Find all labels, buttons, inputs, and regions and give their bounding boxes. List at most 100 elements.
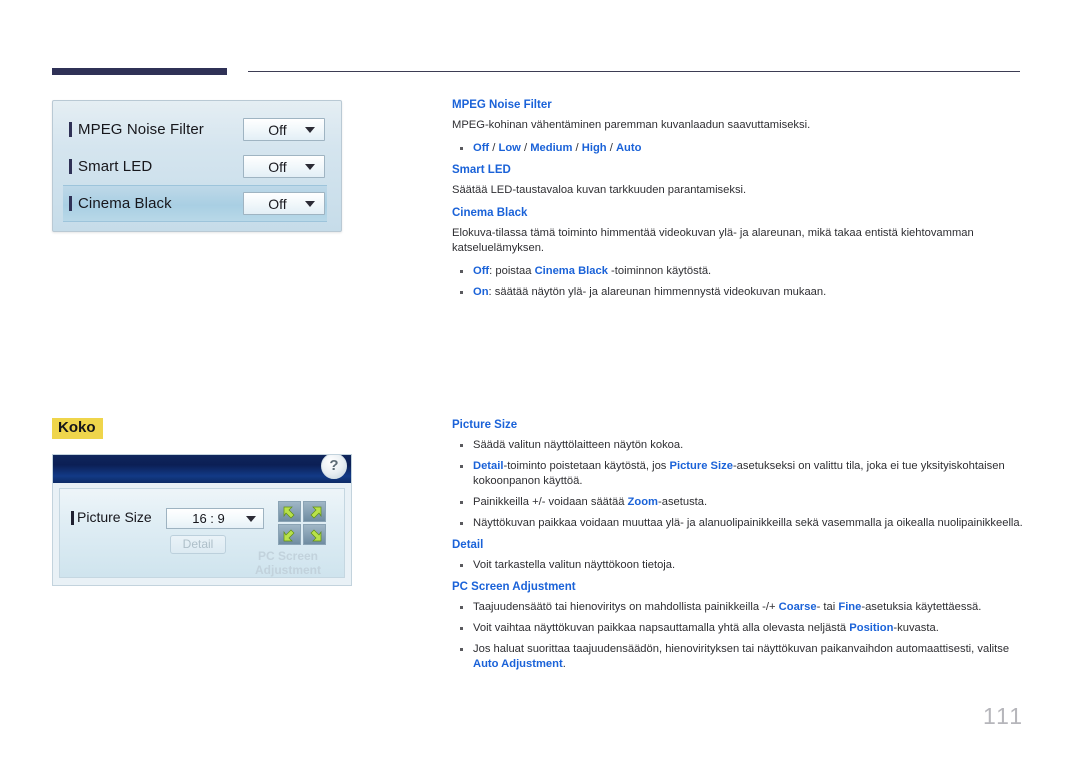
osd-row-label: Smart LED [78,158,153,175]
term-coarse: Coarse [778,601,817,613]
heading-smart-led: Smart LED [452,164,511,176]
list-item: Jos haluat suorittaa taajuudensäädön, hi… [452,642,1027,672]
separator: / [606,142,616,154]
heading-detail: Detail [452,539,484,551]
heading-picture-size: Picture Size [452,419,518,431]
list-item: Detail-toiminto poistetaan käytöstä, jos… [452,459,1027,489]
text: - tai [816,601,839,613]
position-cell-top-right[interactable] [303,501,326,522]
text: . [562,658,566,670]
list-item: Voit tarkastella valitun näyttökoon tiet… [452,558,1027,573]
osd-row-cinema-black[interactable]: Cinema Black Off [63,185,327,222]
option-auto: Auto [615,142,642,154]
list-item: Taajuudensäätö tai hienoviritys on mahdo… [452,600,1027,615]
position-cell-bottom-left[interactable] [278,524,301,545]
term-on: On [473,286,489,298]
header-rule-line [248,71,1020,72]
bullet-marker-icon [69,122,72,137]
chevron-down-icon [305,126,315,133]
option-medium: Medium [530,142,573,154]
chevron-down-icon [305,163,315,170]
term-off: Off [473,265,490,277]
term-detail: Detail [473,460,504,472]
option-low: Low [498,142,521,154]
osd-dropdown-cinema-black[interactable]: Off [243,192,325,215]
help-icon[interactable]: ? [321,455,347,479]
bullet-marker-icon [69,159,72,174]
text: -asetuksia käytettäessä. [861,601,982,613]
list-detail: Voit tarkastella valitun näyttökoon tiet… [452,558,1027,573]
doc-column-top: MPEG Noise Filter MPEG-kohinan vähentämi… [452,98,1024,307]
doc-column-bottom: Picture Size Säädä valitun näyttölaittee… [452,418,1027,679]
arrow-down-right-icon [310,529,322,542]
paragraph-cinema-black: Elokuva-tilassa tämä toiminto himmentää … [452,227,974,254]
osd-content-area: Picture Size 16 : 9 Detail PC Screen Adj… [59,488,345,578]
picture-size-value: 16 : 9 [192,511,225,526]
position-grid[interactable] [278,501,326,545]
text: Taajuudensäätö tai hienoviritys on mahdo… [473,601,779,613]
text: -toiminnon käytöstä. [607,265,712,277]
osd-dropdown-smart-led[interactable]: Off [243,155,325,178]
paragraph-smart-led: Säätää LED-taustavaloa kuvan tarkkuuden … [452,184,747,196]
heading-mpeg-noise-filter: MPEG Noise Filter [452,99,552,111]
header-rule-block [52,68,227,75]
chevron-down-icon [246,515,256,522]
separator: / [520,142,531,154]
text: -asetusta. [658,496,708,508]
text: Näyttökuvan paikkaa voidaan muuttaa ylä-… [473,517,1023,529]
picture-size-dropdown[interactable]: 16 : 9 [166,508,264,529]
manual-page: MPEG Noise Filter Off Smart LED Off Cine… [0,0,1080,763]
separator: / [572,142,582,154]
arrow-up-left-icon [283,506,295,519]
osd-titlebar: ? [53,455,351,483]
bullet-marker-icon [69,196,72,211]
term-picture-size: Picture Size [669,460,733,472]
osd-dropdown-value: Off [268,121,287,138]
text: Voit tarkastella valitun näyttökoon tiet… [473,559,676,571]
picture-size-label: Picture Size [77,509,152,525]
position-cell-top-left[interactable] [278,501,301,522]
text: Jos haluat suorittaa taajuudensäädön, hi… [473,643,1010,655]
term-position: Position [849,622,894,634]
option-high: High [581,142,607,154]
text: Painikkeilla +/- voidaan säätää [473,496,628,508]
list-item: Painikkeilla +/- voidaan säätää Zoom-ase… [452,495,1027,510]
option-off: Off [473,142,490,154]
osd-row-mpeg-noise-filter[interactable]: MPEG Noise Filter Off [63,111,327,148]
page-number: 111 [983,703,1024,729]
term-fine: Fine [838,601,862,613]
heading-pc-screen-adjustment: PC Screen Adjustment [452,581,576,593]
list-mpeg-options: Off / Low / Medium / High / Auto [452,141,1024,156]
arrow-up-right-icon [310,506,322,519]
list-item: Voit vaihtaa näyttökuvan paikkaa napsaut… [452,621,1027,636]
detail-button[interactable]: Detail [170,535,226,554]
list-item: Off / Low / Medium / High / Auto [452,141,1024,156]
osd-row-label: MPEG Noise Filter [78,121,204,138]
term-zoom: Zoom [627,496,658,508]
osd-row-label: Cinema Black [78,195,172,212]
osd-dropdown-value: Off [268,195,287,212]
heading-cinema-black: Cinema Black [452,207,528,219]
text: -toiminto poistetaan käytöstä, jos [503,460,670,472]
term-cinema-black: Cinema Black [534,265,608,277]
list-pc-screen-adjustment: Taajuudensäätö tai hienoviritys on mahdo… [452,600,1027,672]
list-item: Näyttökuvan paikkaa voidaan muuttaa ylä-… [452,516,1027,531]
osd-dropdown-mpeg-noise-filter[interactable]: Off [243,118,325,141]
picture-size-osd: ? Picture Size 16 : 9 Detail PC Screen A… [52,454,352,586]
arrow-down-left-icon [283,529,295,542]
osd-row-smart-led[interactable]: Smart LED Off [63,148,327,185]
chevron-down-icon [305,200,315,207]
text: -kuvasta. [893,622,939,634]
text: : poistaa [489,265,535,277]
list-item: Off: poistaa Cinema Black -toiminnon käy… [452,264,1024,279]
osd-dropdown-value: Off [268,158,287,175]
list-item: Säädä valitun näyttölaitteen näytön koko… [452,438,1027,453]
paragraph-mpeg-noise-filter: MPEG-kohinan vähentäminen paremman kuvan… [452,119,811,131]
pc-screen-adjustment-label: PC Screen Adjustment [255,549,321,577]
picture-options-osd: MPEG Noise Filter Off Smart LED Off Cine… [52,100,342,232]
position-cell-bottom-right[interactable] [303,524,326,545]
list-cinema-black-options: Off: poistaa Cinema Black -toiminnon käy… [452,264,1024,300]
term-auto-adjustment: Auto Adjustment [473,658,563,670]
text: Voit vaihtaa näyttökuvan paikkaa napsaut… [473,622,850,634]
list-item: On: säätää näytön ylä- ja alareunan himm… [452,285,1024,300]
